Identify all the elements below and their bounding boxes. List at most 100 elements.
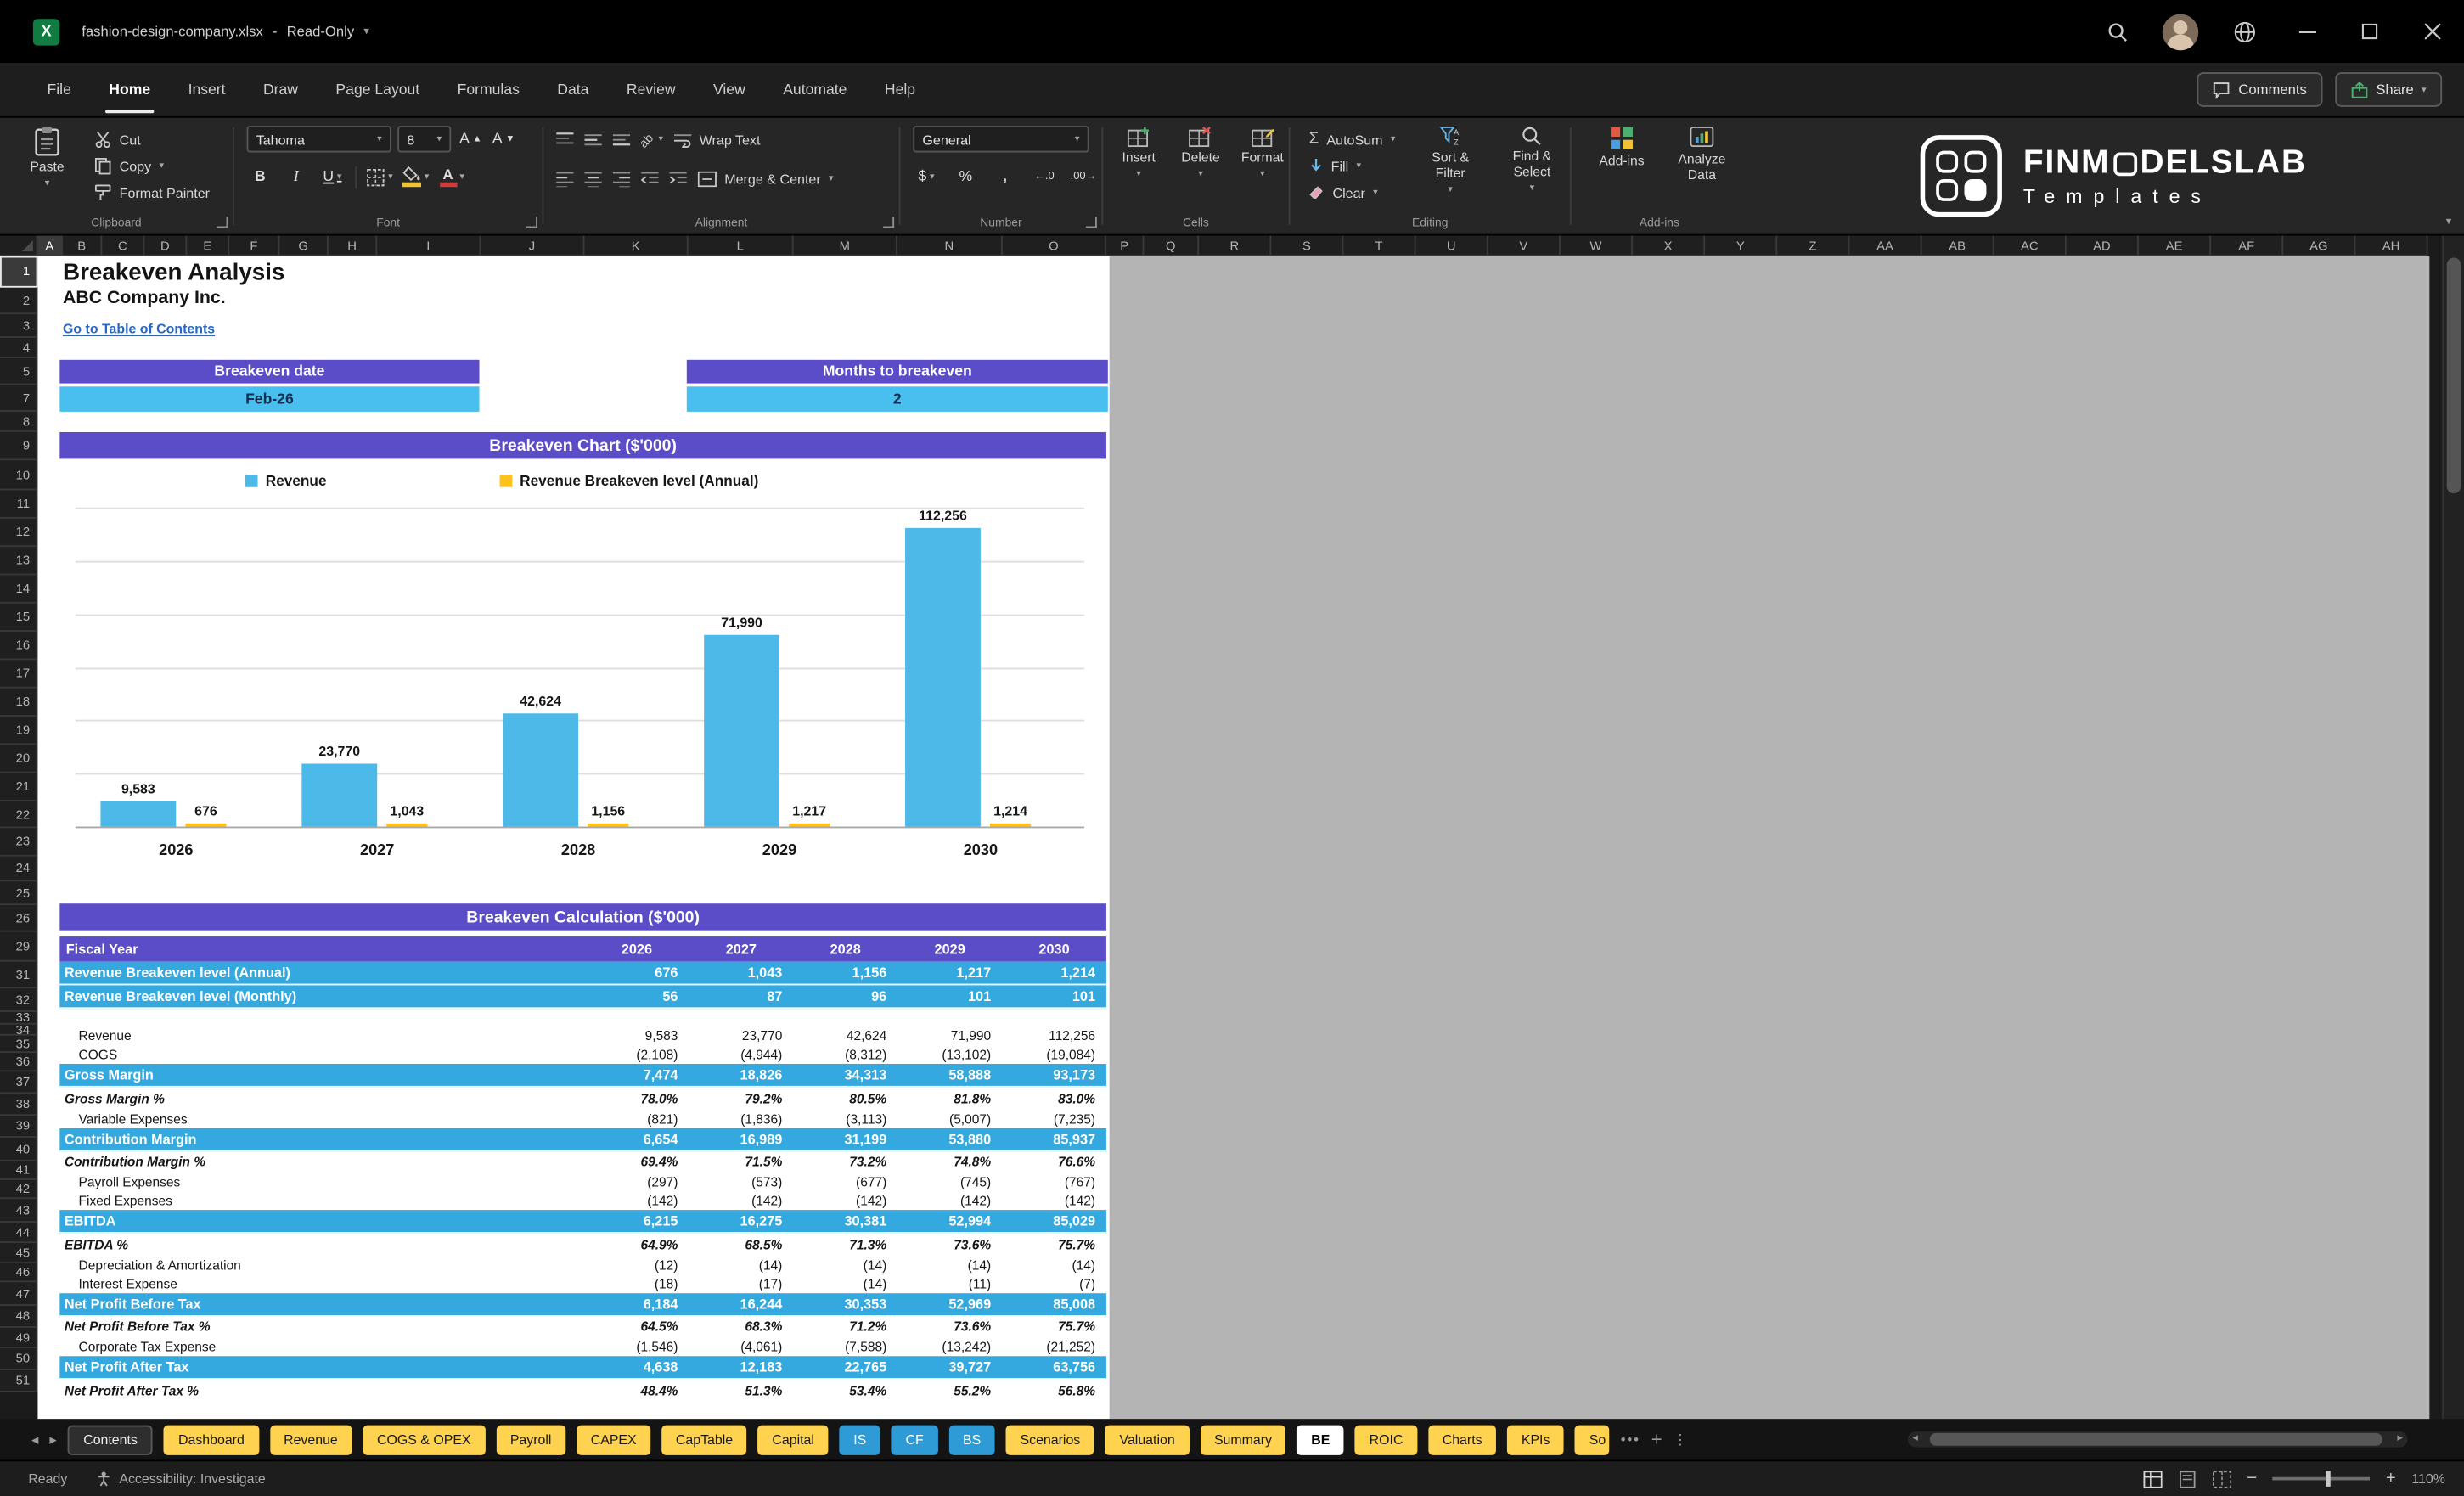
addins-button[interactable]: Add-ins [1592,126,1651,183]
row-value[interactable]: 68.3% [689,1319,793,1335]
decrease-font-button[interactable]: A ▼ [490,126,516,152]
find-select-button[interactable]: Find & Select ▾ [1499,126,1566,205]
sheet-tab-payroll[interactable]: Payroll [496,1424,566,1454]
row-label[interactable]: Revenue Breakeven level (Annual) [59,962,584,984]
row-header-5[interactable]: 5 [0,357,38,385]
fiscal-year-header[interactable]: Fiscal Year [59,936,584,962]
analyze-data-button[interactable]: Analyze Data [1668,126,1736,183]
sheet-nav-prev-icon[interactable]: ◂ [31,1431,38,1448]
row-header-31[interactable]: 31 [0,961,38,989]
sheet-title[interactable]: Breakeven Analysis [63,259,284,285]
row-value[interactable]: 52,994 [897,1213,1002,1229]
row-header-12[interactable]: 12 [0,518,38,548]
row-value[interactable]: (7) [1002,1275,1106,1291]
row-value[interactable]: 64.5% [584,1319,689,1335]
column-header-ad[interactable]: AD [2066,235,2139,256]
row-value[interactable]: 71.2% [793,1319,897,1335]
ribbon-tab-formulas[interactable]: Formulas [438,63,538,116]
row-value[interactable]: 68.5% [689,1236,793,1252]
row-header-22[interactable]: 22 [0,801,38,829]
currency-format-button[interactable]: $ ▾ [913,163,939,189]
row-value[interactable]: (13,102) [897,1047,1002,1063]
row-value[interactable]: 87 [689,988,793,1004]
accessibility-status[interactable]: Accessibility: Investigate [119,1471,265,1487]
align-top-icon[interactable] [556,132,574,148]
row-value[interactable]: 64.9% [584,1236,689,1252]
align-left-icon[interactable] [556,171,574,187]
globe-icon[interactable] [2213,0,2276,63]
worksheet[interactable]: Breakeven Analysis ABC Company Inc. Go t… [37,256,2430,1420]
decrease-indent-icon[interactable] [641,171,659,187]
row-value[interactable]: (12) [584,1257,689,1273]
row-value[interactable]: 85,029 [1002,1213,1106,1229]
year-header-2029[interactable]: 2029 [897,942,1002,958]
row-value[interactable]: 52,969 [897,1296,1002,1312]
row-label[interactable]: Net Profit Before Tax % [59,1316,584,1337]
row-value[interactable]: (14) [793,1257,897,1273]
column-header-d[interactable]: D [144,235,188,256]
number-dialog-launcher[interactable] [1085,217,1097,228]
row-value[interactable]: 53.4% [793,1382,897,1398]
row-header-36[interactable]: 36 [0,1053,38,1072]
row-value[interactable]: 58,888 [897,1067,1002,1083]
row-header-11[interactable]: 11 [0,490,38,519]
row-value[interactable]: 101 [1002,988,1106,1004]
row-header-32[interactable]: 32 [0,988,38,1012]
row-value[interactable]: 12,183 [689,1359,793,1375]
sort-filter-button[interactable]: AZ Sort & Filter ▾ [1417,126,1483,205]
row-value[interactable]: 75.7% [1002,1236,1106,1252]
row-value[interactable]: 22,765 [793,1359,897,1375]
months-to-breakeven-value[interactable]: 2 [686,386,1108,412]
row-value[interactable]: (142) [1002,1193,1106,1209]
row-value[interactable]: 42,624 [793,1027,897,1043]
sheet-tab-scenarios[interactable]: Scenarios [1005,1424,1094,1454]
row-value[interactable]: 79.2% [689,1090,793,1106]
row-value[interactable]: 51.3% [689,1382,793,1398]
year-header-2028[interactable]: 2028 [793,942,897,958]
row-value[interactable]: 73.2% [793,1154,897,1170]
row-header-35[interactable]: 35 [0,1035,38,1054]
ribbon-tab-file[interactable]: File [28,63,90,116]
row-value[interactable]: 71.5% [689,1154,793,1170]
wrap-text-button[interactable]: Wrap Text [674,126,760,152]
row-value[interactable]: (14) [793,1275,897,1291]
row-header-29[interactable]: 29 [0,931,38,962]
sheet-tab-so[interactable]: So [1575,1424,1610,1454]
column-header-ag[interactable]: AG [2283,235,2356,256]
row-value[interactable]: 1,214 [1002,965,1106,981]
row-header-2[interactable]: 2 [0,287,38,315]
row-value[interactable]: (21,252) [1002,1339,1106,1355]
row-value[interactable]: 101 [897,988,1002,1004]
row-header-47[interactable]: 47 [0,1282,38,1307]
bold-button[interactable]: B [247,163,273,189]
row-label[interactable]: Contribution Margin [59,1128,584,1150]
row-label[interactable]: Revenue [59,1026,584,1045]
ribbon-tab-page-layout[interactable]: Page Layout [317,63,438,116]
row-value[interactable]: 9,583 [584,1027,689,1043]
row-header-26[interactable]: 26 [0,905,38,932]
ribbon-tab-home[interactable]: Home [90,63,169,116]
ribbon-tab-help[interactable]: Help [866,63,935,116]
sheet-tab-valuation[interactable]: Valuation [1105,1424,1190,1454]
sheet-tab-is[interactable]: IS [839,1424,880,1454]
column-header-p[interactable]: P [1105,235,1145,256]
increase-font-button[interactable]: A ▲ [458,126,484,152]
row-value[interactable]: (5,007) [897,1111,1002,1127]
column-header-v[interactable]: V [1488,235,1561,256]
sheet-tab-contents[interactable]: Contents [67,1424,154,1454]
column-header-ab[interactable]: AB [1921,235,1994,256]
row-value[interactable]: 78.0% [584,1090,689,1106]
search-icon[interactable] [2085,0,2148,63]
horizontal-scrollbar[interactable]: ◂ ▸ [1907,1431,2408,1448]
increase-indent-icon[interactable] [669,171,687,187]
row-value[interactable]: 39,727 [897,1359,1002,1375]
add-sheet-icon[interactable]: + [1651,1428,1662,1450]
row-label[interactable]: Variable Expenses [59,1109,584,1128]
sheet-tab-bs[interactable]: BS [948,1424,995,1454]
row-value[interactable]: 55.2% [897,1382,1002,1398]
row-header-46[interactable]: 46 [0,1263,38,1283]
column-header-i[interactable]: I [377,235,481,256]
clipboard-dialog-launcher[interactable] [217,217,228,228]
paste-button[interactable]: Paste ▾ [19,126,76,205]
row-label[interactable]: Depreciation & Amortization [59,1255,584,1274]
